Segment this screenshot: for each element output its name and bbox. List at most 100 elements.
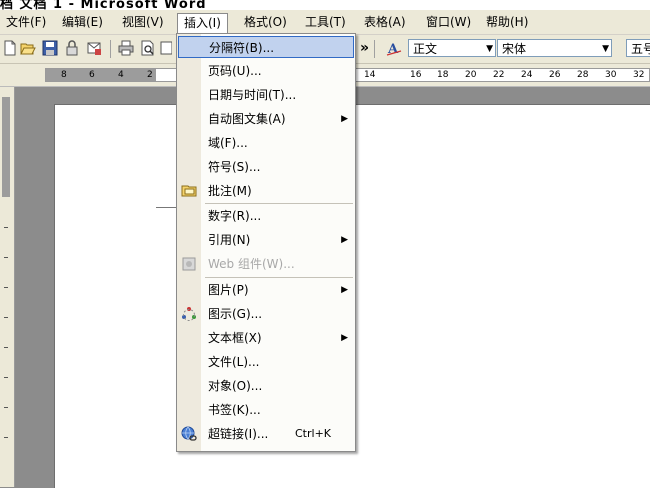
web-component-icon	[182, 257, 196, 271]
menu-item-object[interactable]: 对象(O)...	[178, 375, 354, 397]
permission-icon[interactable]	[64, 40, 80, 56]
menu-view[interactable]: 视图(V)	[116, 13, 170, 31]
title-bar: 档 文档 1 - Microsoft Word	[0, 0, 650, 10]
ruler-number: 18	[437, 70, 449, 80]
ruler-tick	[4, 257, 8, 258]
ruler-tick	[4, 227, 8, 228]
toolbar-separator	[374, 40, 375, 58]
new-document-icon[interactable]	[2, 40, 18, 56]
menu-item-web-component[interactable]: Web 组件(W)...	[178, 253, 354, 275]
ruler-number: 20	[465, 70, 477, 80]
menu-edit[interactable]: 编辑(E)	[56, 13, 109, 31]
font-combo-value: 宋体	[502, 42, 527, 56]
ruler-tick	[4, 287, 8, 288]
print-preview-icon[interactable]	[140, 40, 156, 56]
print-icon[interactable]	[118, 40, 134, 56]
menu-item-label: 自动图文集(A)	[208, 112, 286, 126]
styles-formatting-icon[interactable]: A	[386, 40, 402, 56]
menu-item-diagram[interactable]: 图示(G)...	[178, 303, 354, 325]
submenu-arrow-icon: ▶	[341, 333, 348, 343]
menu-item-label: 符号(S)...	[208, 160, 261, 174]
ruler-tick	[4, 407, 8, 408]
ruler-number: 32	[633, 70, 645, 80]
spelling-icon[interactable]	[160, 40, 172, 56]
ruler-margin-shade	[2, 97, 10, 197]
menu-file[interactable]: 文件(F)	[0, 13, 52, 31]
menu-item-autotext[interactable]: 自动图文集(A) ▶	[178, 108, 354, 130]
open-folder-icon[interactable]	[20, 40, 36, 56]
menu-separator	[205, 277, 353, 278]
menu-window[interactable]: 窗口(W)	[420, 13, 477, 31]
menu-item-label: 对象(O)...	[208, 379, 263, 393]
menu-item-label: 页码(U)...	[208, 64, 262, 78]
menu-item-label: 图示(G)...	[208, 307, 263, 321]
ruler-number: 24	[521, 70, 533, 80]
menu-item-label: 书签(K)...	[208, 403, 261, 417]
chevron-down-icon: ▼	[486, 44, 493, 54]
submenu-arrow-icon: ▶	[341, 114, 348, 124]
ruler-number: 28	[577, 70, 589, 80]
comment-icon	[181, 185, 197, 197]
insert-menu-dropdown: 分隔符(B)... 页码(U)... 日期与时间(T)... 自动图文集(A) …	[176, 33, 356, 452]
style-combo-value: 正文	[413, 42, 438, 56]
menu-item-label: 域(F)...	[208, 136, 248, 150]
font-size-combo-value: 五号	[631, 42, 650, 56]
ruler-number: 14	[364, 70, 376, 80]
ruler-number: 8	[61, 70, 67, 80]
submenu-arrow-icon: ▶	[341, 235, 348, 245]
ruler-tick	[4, 437, 8, 438]
ruler-number: 22	[493, 70, 505, 80]
menu-item-label: 超链接(I)...	[208, 427, 269, 441]
menu-item-label: 日期与时间(T)...	[208, 88, 297, 102]
menu-item-label: 批注(M)	[208, 184, 252, 198]
menu-table[interactable]: 表格(A)	[358, 13, 412, 31]
hyperlink-icon	[181, 426, 197, 441]
menu-tools[interactable]: 工具(T)	[299, 13, 352, 31]
menu-bar: 文件(F) 编辑(E) 视图(V) 插入(I) 格式(O) 工具(T) 表格(A…	[0, 10, 650, 35]
diagram-icon	[182, 307, 196, 321]
menu-item-shortcut: Ctrl+K	[295, 427, 332, 440]
menu-item-label: 文本框(X)	[208, 331, 262, 345]
ruler-number: 30	[605, 70, 617, 80]
menu-item-label: Web 组件(W)...	[208, 257, 295, 271]
ruler-number: 4	[118, 70, 124, 80]
menu-insert[interactable]: 插入(I)	[177, 13, 228, 34]
ruler-tick	[4, 317, 8, 318]
font-combo[interactable]: 宋体 ▼	[497, 39, 612, 57]
ruler-number: 26	[549, 70, 561, 80]
email-icon[interactable]	[86, 40, 102, 56]
menu-item-label: 数字(R)...	[208, 209, 262, 223]
toolbar-overflow-chevron[interactable]: »	[360, 40, 369, 56]
menu-item-comment[interactable]: 批注(M)	[178, 180, 354, 202]
save-icon[interactable]	[42, 40, 58, 56]
menu-item-bookmark[interactable]: 书签(K)...	[178, 399, 354, 421]
menu-help[interactable]: 帮助(H)	[480, 13, 534, 31]
menu-item-label: 图片(P)	[208, 283, 249, 297]
menu-item-break[interactable]: 分隔符(B)...	[178, 36, 354, 58]
menu-item-hyperlink[interactable]: 超链接(I)... Ctrl+K	[178, 423, 354, 445]
menu-item-field[interactable]: 域(F)...	[178, 132, 354, 154]
ruler-tick	[4, 377, 8, 378]
ruler-number: 6	[89, 70, 95, 80]
menu-item-reference[interactable]: 引用(N) ▶	[178, 229, 354, 251]
menu-item-label: 引用(N)	[208, 233, 251, 247]
chevron-down-icon: ▼	[602, 44, 609, 54]
menu-item-number[interactable]: 数字(R)...	[178, 205, 354, 227]
text-boundary-mark	[156, 207, 178, 208]
menu-item-picture[interactable]: 图片(P) ▶	[178, 279, 354, 301]
ruler-tick	[4, 347, 8, 348]
submenu-arrow-icon: ▶	[341, 285, 348, 295]
menu-item-date-time[interactable]: 日期与时间(T)...	[178, 84, 354, 106]
style-combo[interactable]: 正文 ▼	[408, 39, 496, 57]
menu-item-symbol[interactable]: 符号(S)...	[178, 156, 354, 178]
font-size-combo[interactable]: 五号	[626, 39, 650, 57]
menu-item-file[interactable]: 文件(L)...	[178, 351, 354, 373]
menu-format[interactable]: 格式(O)	[238, 13, 293, 31]
menu-item-text-box[interactable]: 文本框(X) ▶	[178, 327, 354, 349]
ruler-number: 2	[147, 70, 153, 80]
menu-item-page-numbers[interactable]: 页码(U)...	[178, 60, 354, 82]
window-title: 档 文档 1 - Microsoft Word	[0, 0, 207, 10]
ruler-number: 16	[410, 70, 422, 80]
toolbar-separator	[110, 40, 111, 58]
vertical-ruler[interactable]	[0, 87, 15, 487]
